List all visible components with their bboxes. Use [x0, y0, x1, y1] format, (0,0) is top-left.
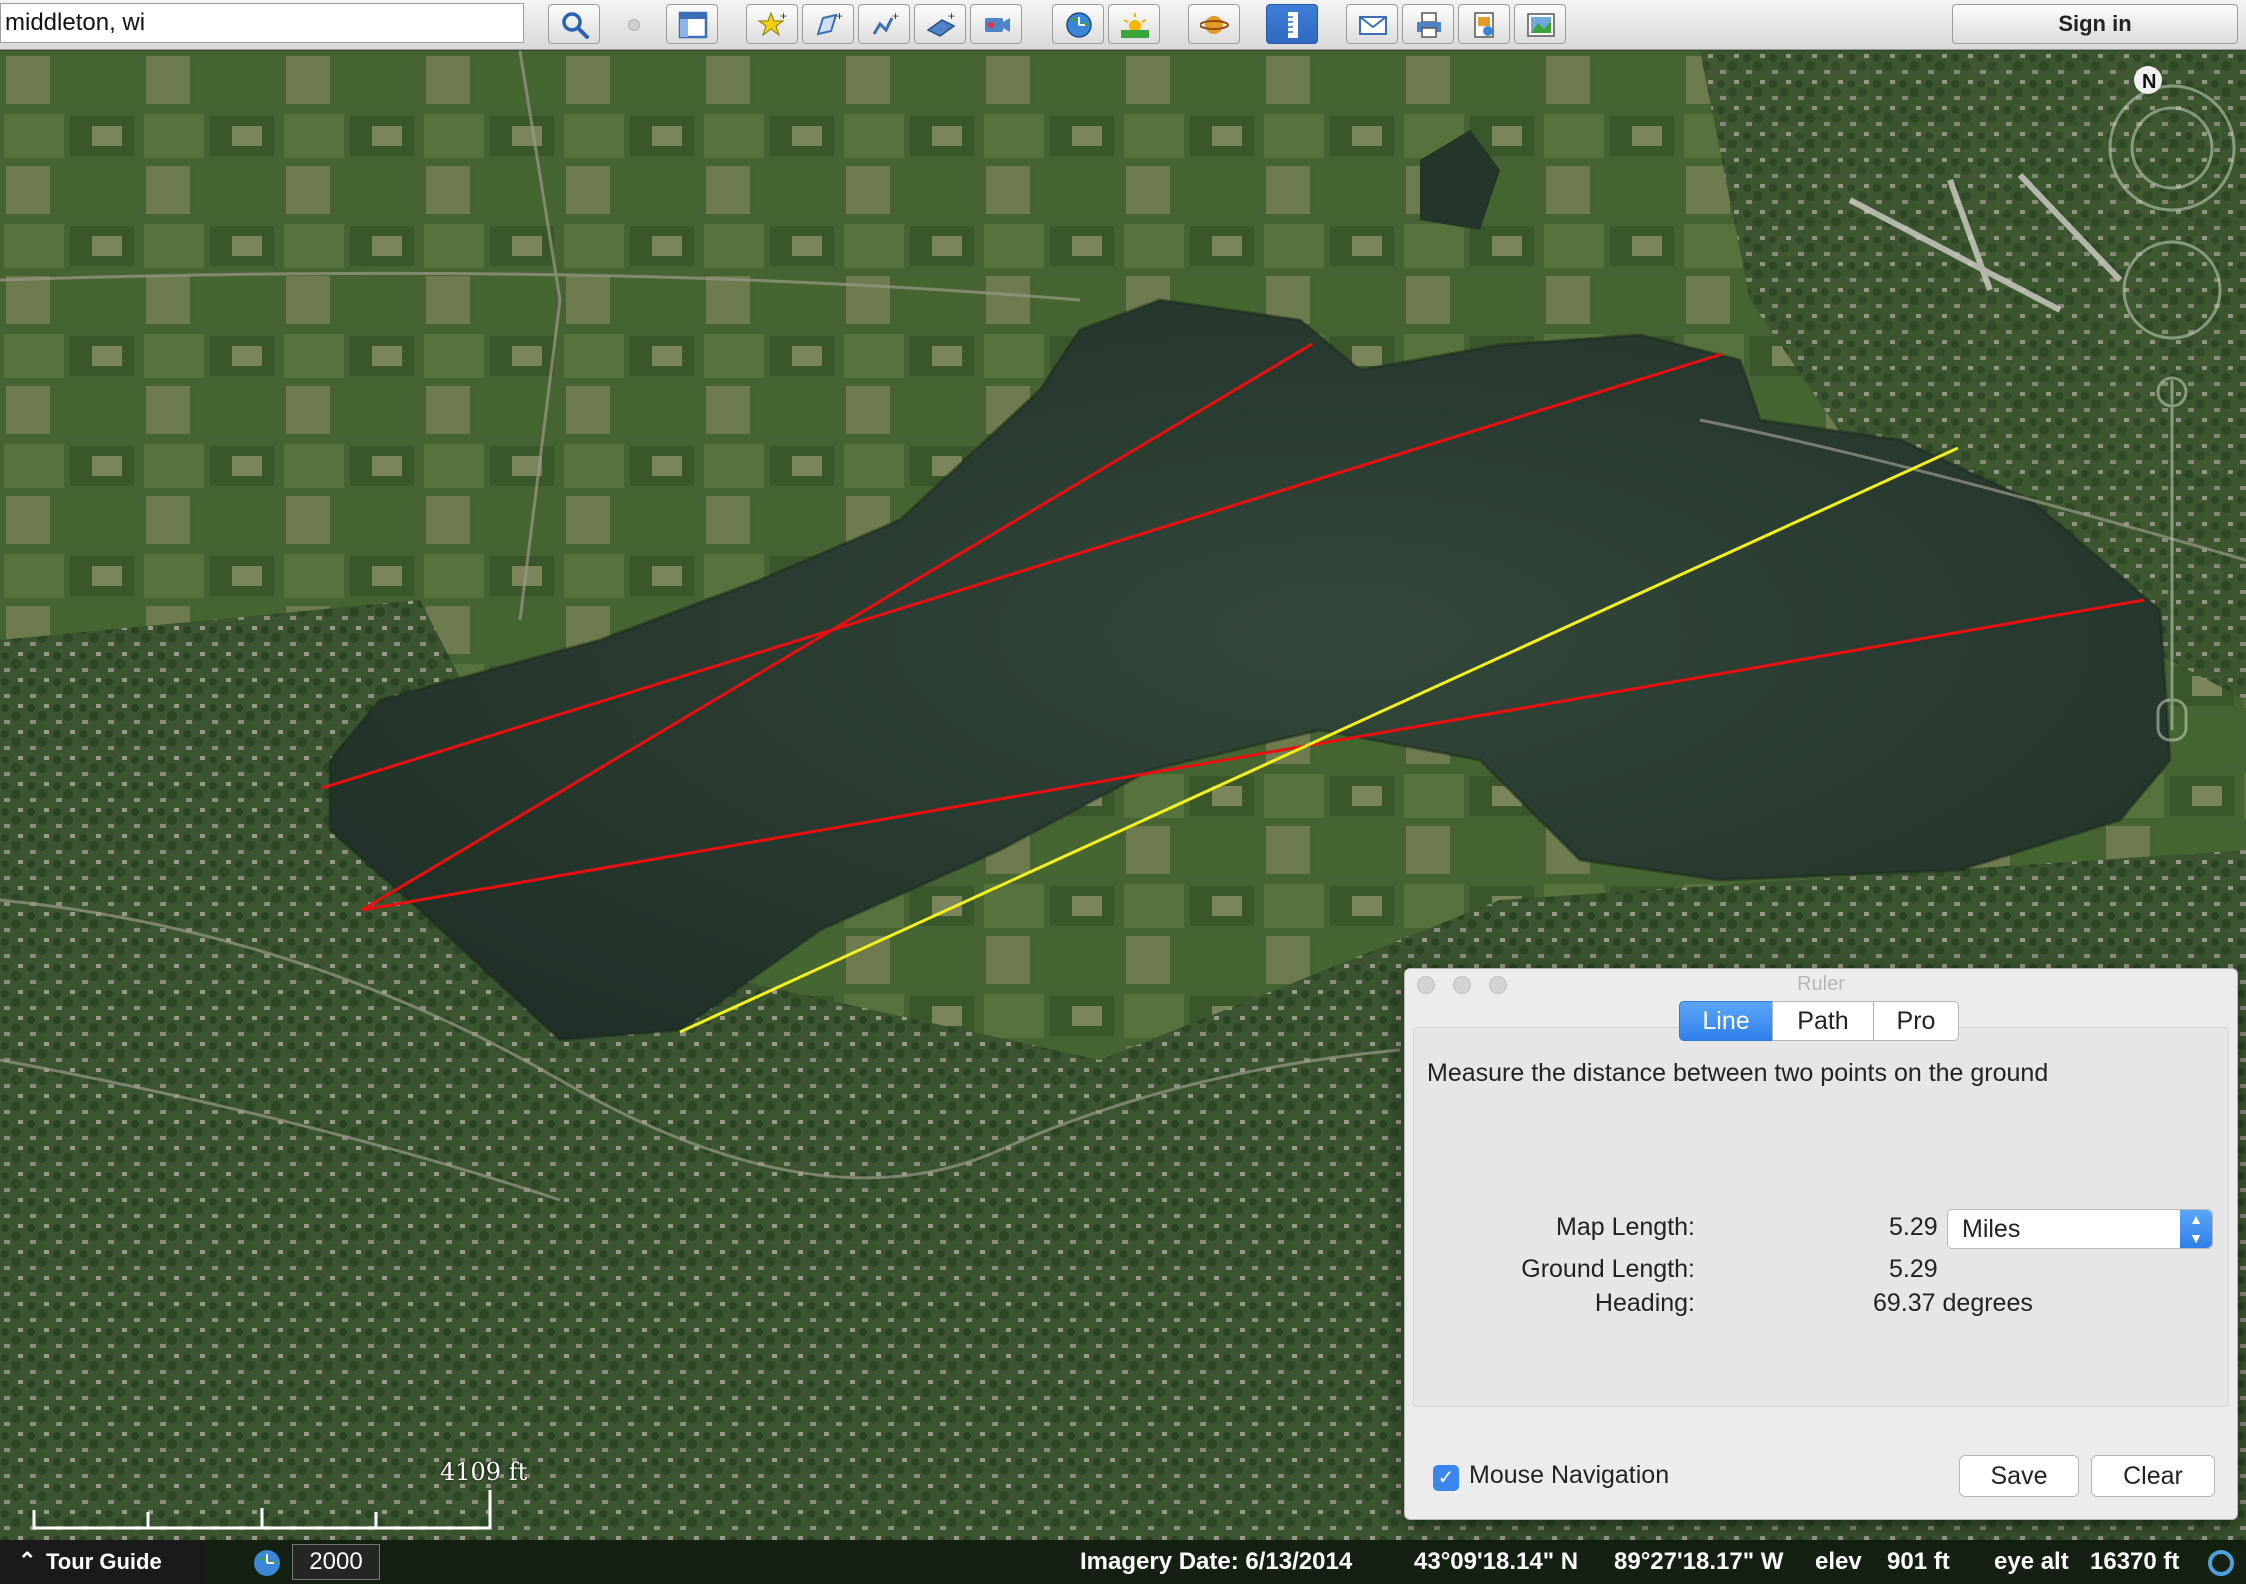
polygon-icon: +: [816, 10, 843, 36]
longitude: 89°27'18.17" W: [1614, 1548, 1784, 1575]
status-bar: ⌃ Tour Guide 2000 Imagery Date: 6/13/201…: [0, 1540, 2246, 1584]
checkmark-icon: ✓: [1437, 1467, 1455, 1489]
image-overlay-icon: +: [926, 10, 956, 37]
minimize-window-button[interactable]: [1453, 976, 1471, 994]
latitude: 43°09'18.14" N: [1414, 1548, 1579, 1575]
ruler-dialog: Ruler Line Path Pro Measure the distance…: [1404, 968, 2238, 1520]
historical-imagery-button[interactable]: [1052, 4, 1104, 44]
imagery-date: Imagery Date: 6/13/2014: [1080, 1548, 1353, 1575]
ruler-icon: [1288, 12, 1298, 38]
save-image-button[interactable]: [1458, 4, 1510, 44]
divider-dot: [628, 19, 640, 31]
add-path-button[interactable]: +: [858, 4, 910, 44]
ruler-title: Ruler: [1797, 973, 1845, 995]
email-icon: [1359, 16, 1387, 35]
tour-guide-button[interactable]: ⌃ Tour Guide: [0, 1540, 204, 1584]
sidebar-icon: [678, 11, 708, 39]
path-icon: +: [872, 10, 899, 35]
tab-line[interactable]: Line: [1679, 1001, 1773, 1041]
add-placemark-button[interactable]: +: [746, 4, 798, 44]
eye-alt-label: eye alt: [1994, 1548, 2069, 1575]
units-select[interactable]: Miles ▲ ▼: [1947, 1209, 2213, 1249]
historical-year[interactable]: 2000: [292, 1544, 380, 1580]
print-button[interactable]: [1402, 4, 1454, 44]
heading-label: Heading:: [1594, 1289, 1695, 1317]
tour-guide-label: Tour Guide: [46, 1549, 162, 1574]
toolbar: + + + +: [0, 0, 2246, 50]
svg-text:N: N: [2142, 71, 2156, 93]
sidebar-button[interactable]: [666, 4, 718, 44]
email-button[interactable]: [1346, 4, 1398, 44]
historical-imagery-icon: [1066, 12, 1092, 38]
mouse-navigation-checkbox[interactable]: ✓: [1433, 1465, 1459, 1491]
view-in-maps-icon: [1527, 13, 1555, 37]
tab-pro[interactable]: Pro: [1873, 1001, 1959, 1041]
scale-label: 4109 ft: [440, 1458, 528, 1486]
select-arrows-icon: ▲ ▼: [2180, 1210, 2212, 1248]
planet-button[interactable]: [1188, 4, 1240, 44]
search-input[interactable]: [0, 3, 524, 43]
svg-text:+: +: [780, 10, 787, 23]
map-length-value: 5.29: [1889, 1213, 1938, 1241]
record-tour-icon: [985, 18, 1010, 32]
view-in-maps-button[interactable]: [1514, 4, 1566, 44]
add-image-overlay-button[interactable]: +: [914, 4, 966, 44]
print-icon: [1417, 12, 1441, 38]
svg-text:+: +: [948, 10, 955, 23]
mouse-navigation-label[interactable]: Mouse Navigation: [1469, 1461, 1669, 1490]
tab-path[interactable]: Path: [1772, 1001, 1874, 1041]
save-button[interactable]: Save: [1959, 1455, 2079, 1497]
search-button[interactable]: [548, 4, 600, 44]
map-length-label: Map Length:: [1556, 1213, 1695, 1241]
ground-length-label: Ground Length:: [1521, 1255, 1695, 1283]
ground-length-value: 5.29: [1889, 1255, 1938, 1283]
sign-in-button[interactable]: Sign in: [1952, 4, 2238, 44]
close-window-button[interactable]: [1417, 976, 1435, 994]
planet-icon: [1200, 16, 1229, 34]
sunlight-button[interactable]: [1108, 4, 1160, 44]
record-tour-button[interactable]: [970, 4, 1022, 44]
svg-text:+: +: [892, 10, 899, 23]
svg-text:+: +: [836, 10, 843, 23]
elevation-label: elev: [1815, 1548, 1862, 1575]
historical-imagery-clock-icon[interactable]: [252, 1548, 282, 1578]
add-polygon-button[interactable]: +: [802, 4, 854, 44]
zoom-window-button[interactable]: [1489, 976, 1507, 994]
ruler-description: Measure the distance between two points …: [1427, 1059, 2049, 1087]
placemark-icon: +: [758, 10, 787, 37]
units-value: Miles: [1962, 1215, 2021, 1243]
elevation-value: 901 ft: [1887, 1548, 1950, 1575]
sunlight-icon: [1121, 13, 1149, 38]
streaming-indicator-icon: [2208, 1550, 2234, 1576]
clear-button[interactable]: Clear: [2091, 1455, 2215, 1497]
heading-value: 69.37 degrees: [1873, 1289, 2033, 1317]
eye-alt-value: 16370 ft: [2090, 1548, 2180, 1575]
north-compass-icon[interactable]: N: [2134, 66, 2162, 94]
ruler-button[interactable]: [1266, 4, 1318, 44]
save-image-icon: [1474, 12, 1494, 38]
chevron-up-icon: ⌃: [18, 1548, 37, 1573]
search-icon: [562, 12, 589, 39]
